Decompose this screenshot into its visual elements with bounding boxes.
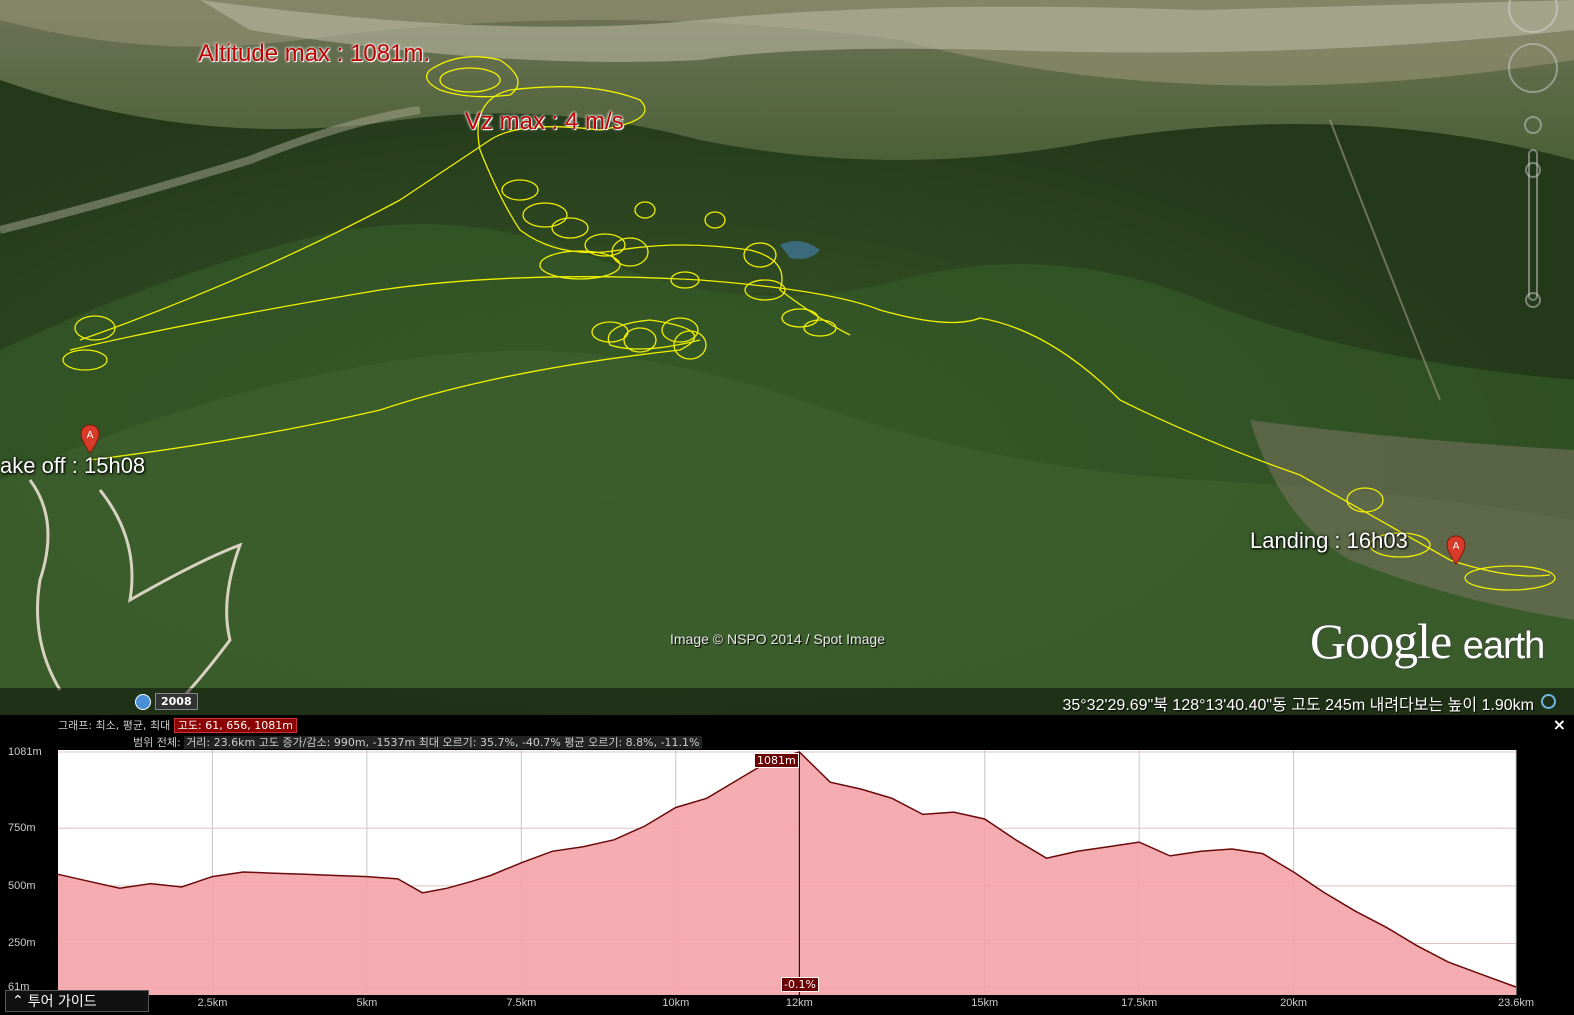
logo-word-google: Google bbox=[1310, 613, 1452, 669]
chevron-up-icon: ⌃ bbox=[12, 993, 24, 1009]
altitude-max-label: Altitude max : 1081m. bbox=[198, 40, 431, 67]
elevation-chart[interactable] bbox=[0, 750, 1574, 995]
historical-imagery-badge[interactable]: 2008 bbox=[135, 693, 198, 710]
look-joystick-icon bbox=[1508, 0, 1558, 33]
y-tick-label: 500m bbox=[8, 879, 36, 892]
marker-letter: A bbox=[87, 430, 94, 441]
landing-label: Landing : 16h03 bbox=[1250, 528, 1408, 553]
take-off-label: ake off : 15h08 bbox=[0, 453, 146, 478]
x-tick-label: 5km bbox=[356, 997, 378, 1009]
google-earth-logo: Google earth bbox=[1310, 612, 1546, 670]
range-prefix: 범위 전체: bbox=[133, 736, 181, 749]
image-credit: Image © NSPO 2014 / Spot Image bbox=[670, 631, 885, 647]
marker-letter: A bbox=[1453, 541, 1460, 552]
x-tick-label: 12km bbox=[785, 997, 813, 1009]
x-tick-label: 10km bbox=[662, 997, 690, 1009]
range-stats: 거리: 23.6km 고도 증가/감소: 990m, -1537m 최대 오르기… bbox=[184, 736, 702, 749]
summary-prefix: 그래프: 최소, 평균, 최대 bbox=[58, 719, 171, 732]
satellite-terrain bbox=[0, 0, 1574, 715]
x-tick-label: 20km bbox=[1280, 997, 1308, 1009]
profile-summary-line: 그래프: 최소, 평균, 최대 고도: 61, 656, 1081m bbox=[58, 717, 297, 733]
vz-max-label: Vz max : 4 m/s bbox=[465, 108, 624, 135]
elevation-profile-panel: 그래프: 최소, 평균, 최대 고도: 61, 656, 1081m 범위 전체… bbox=[0, 715, 1574, 1015]
x-tick-label: 15km bbox=[971, 997, 999, 1009]
street-view-icon bbox=[1524, 116, 1542, 134]
peak-altitude-label: 1081m bbox=[754, 753, 799, 768]
tour-guide-label: 투어 가이드 bbox=[27, 994, 97, 1010]
streaming-status-icon bbox=[1541, 694, 1556, 709]
y-tick-label: 1081m bbox=[8, 746, 42, 758]
tour-guide-button[interactable]: ⌃ 투어 가이드 bbox=[5, 990, 149, 1012]
altitude-stats: 고도: 61, 656, 1081m bbox=[173, 718, 297, 733]
x-tick-label: 23.6km bbox=[1497, 997, 1535, 1009]
take-off-placemark-icon[interactable]: A bbox=[80, 424, 100, 454]
logo-word-earth: earth bbox=[1462, 625, 1546, 667]
y-tick-label: 250m bbox=[8, 937, 36, 950]
landing-placemark-icon[interactable]: A bbox=[1446, 535, 1466, 565]
move-joystick-icon bbox=[1508, 43, 1558, 93]
slope-label: -0.1% bbox=[781, 977, 819, 992]
zoom-slider bbox=[1528, 149, 1538, 301]
map-view[interactable]: Altitude max : 1081m. Vz max : 4 m/s ake… bbox=[0, 0, 1574, 715]
profile-range-line: 범위 전체: 거리: 23.6km 고도 증가/감소: 990m, -1537m… bbox=[133, 734, 702, 750]
coordinates-readout: 35°32'29.69"북 128°13'40.40"동 고도 245m 내려다… bbox=[1062, 697, 1534, 714]
x-tick-label: 17.5km bbox=[1121, 997, 1158, 1009]
close-profile-button[interactable]: × bbox=[1553, 715, 1566, 734]
clock-icon[interactable] bbox=[135, 693, 151, 710]
navigation-controls[interactable] bbox=[1502, 0, 1564, 320]
x-tick-label: 7.5km bbox=[506, 997, 537, 1009]
imagery-year: 2008 bbox=[155, 693, 198, 710]
y-tick-label: 750m bbox=[8, 822, 36, 835]
x-tick-label: 2.5km bbox=[197, 997, 228, 1009]
